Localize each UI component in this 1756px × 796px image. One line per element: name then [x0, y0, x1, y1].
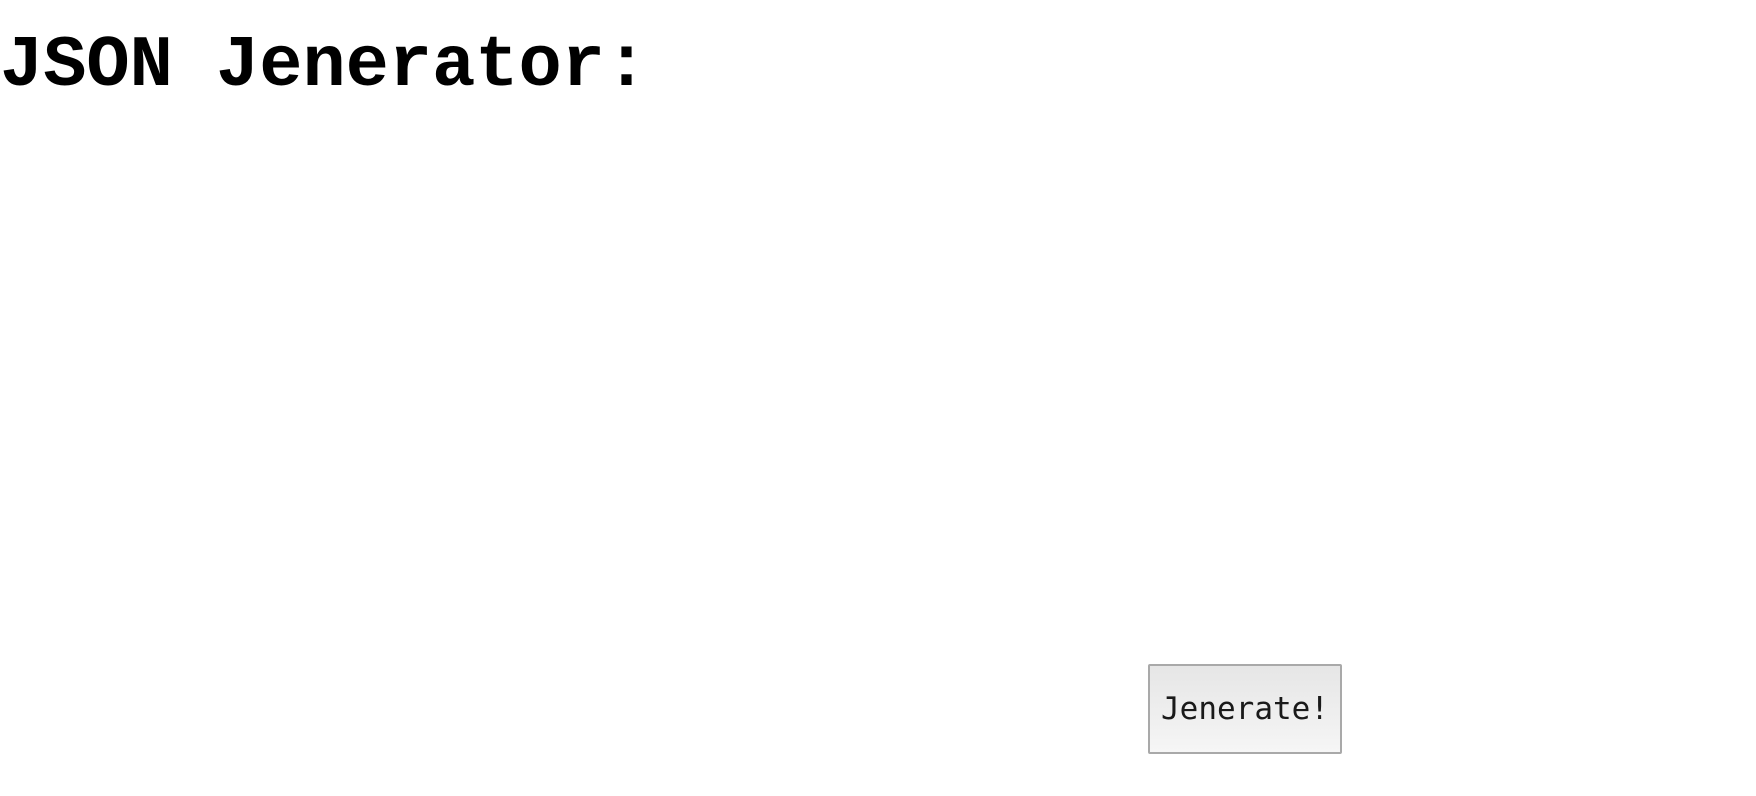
generate-button[interactable]: Jenerate! [1148, 664, 1342, 754]
page-title: JSON Jenerator: [0, 25, 649, 107]
